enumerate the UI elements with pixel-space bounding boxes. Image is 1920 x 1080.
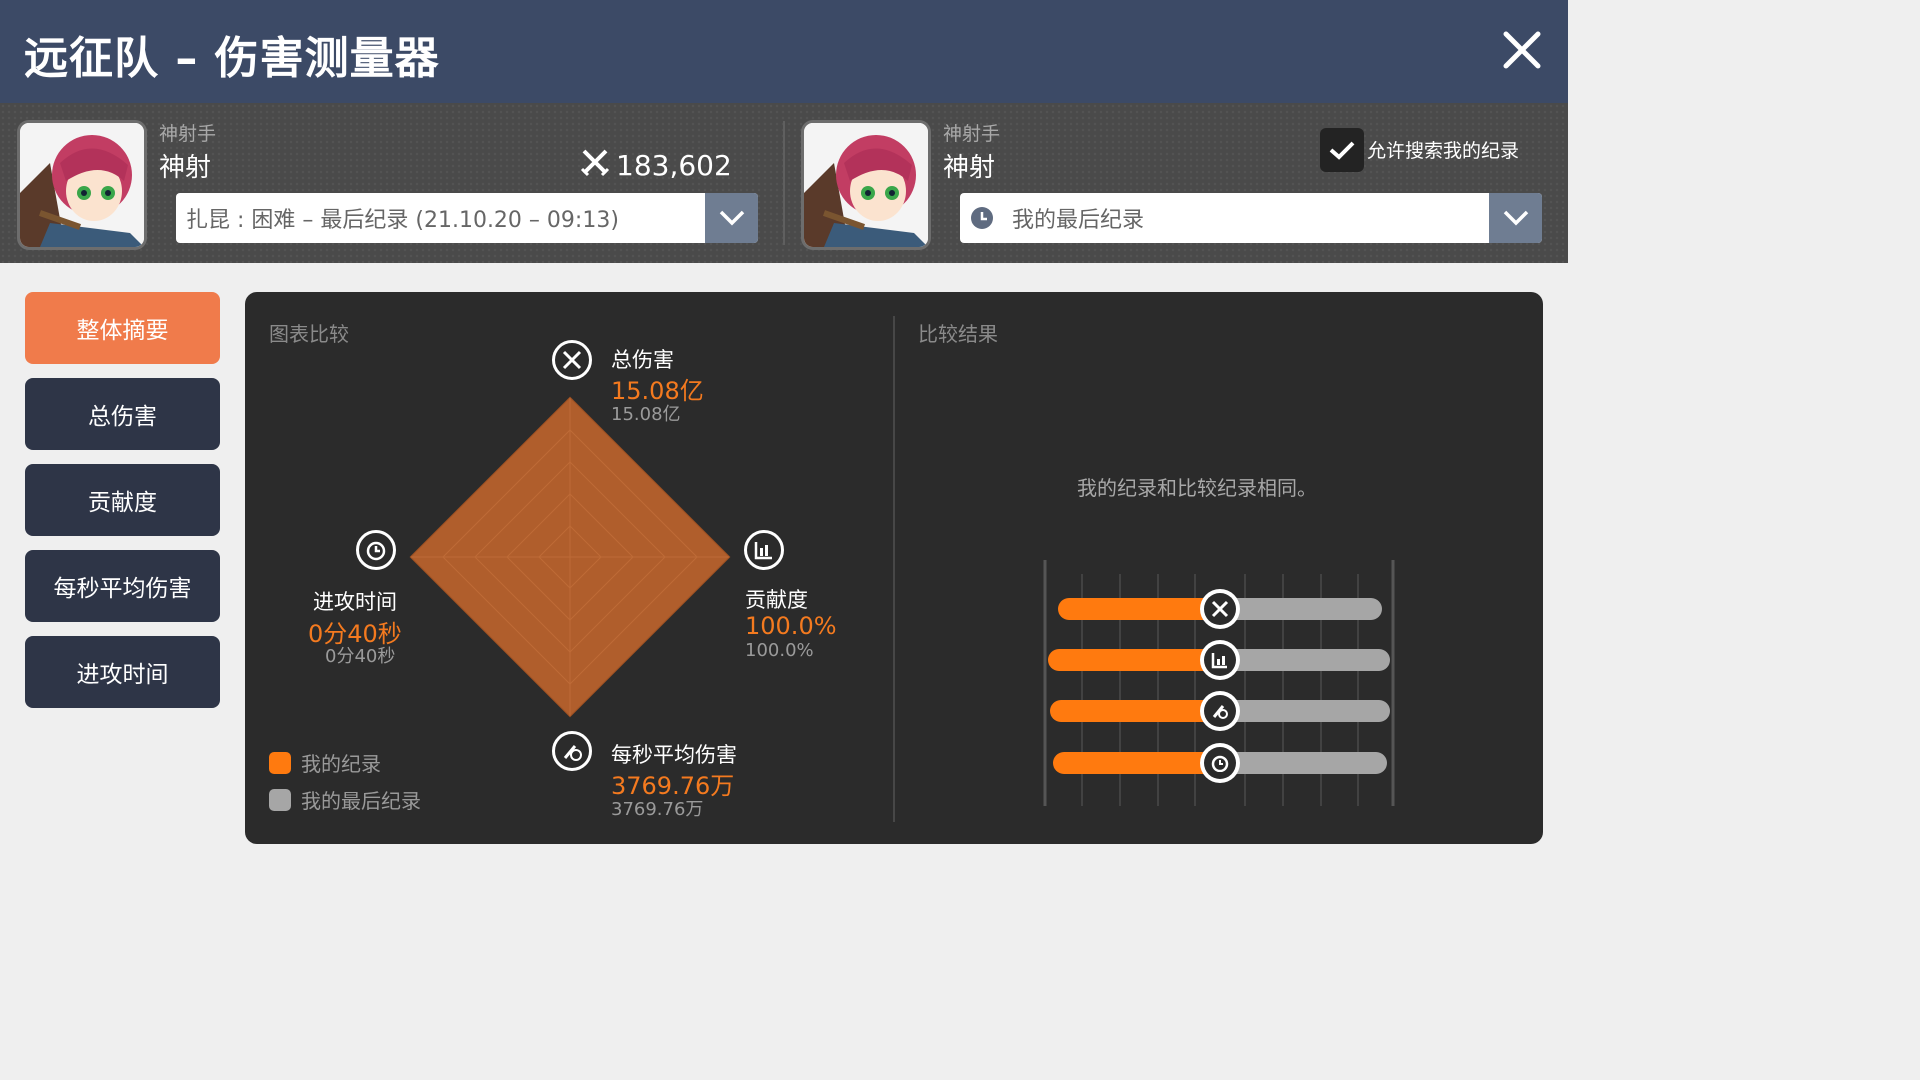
same-record-message: 我的纪录和比较纪录相同。	[1077, 476, 1317, 500]
left-player-name: 神射	[159, 153, 212, 183]
legend-last-label: 我的最后纪录	[301, 789, 421, 813]
legend-mine: 我的纪录	[269, 748, 381, 777]
bar-contribution-icon	[1200, 640, 1240, 680]
chevron-down-icon[interactable]	[705, 193, 758, 243]
check-icon	[1329, 141, 1355, 160]
menu-contribution[interactable]: 贡献度	[25, 464, 220, 536]
left-record-select-value: 扎昆 : 困难 – 最后纪录 (21.10.20 – 09:13)	[186, 208, 619, 233]
right-record-select[interactable]: 我的最后纪录	[960, 193, 1542, 243]
total-damage-label: 总伤害	[611, 348, 674, 372]
attack-time-last: 0分40秒	[325, 646, 396, 667]
legend-swatch-last	[269, 788, 291, 811]
menu-attack-time[interactable]: 进攻时间	[25, 636, 220, 708]
player-header: 神射手 神射 183,602 扎昆 : 困难 – 最后纪录 (21.10.20 …	[0, 103, 1568, 263]
dps-label: 每秒平均伤害	[611, 743, 737, 767]
right-player-name: 神射	[943, 153, 996, 183]
result-section-title: 比较结果	[918, 322, 998, 346]
menu-overall-summary[interactable]: 整体摘要	[25, 292, 220, 364]
bar-total-damage-mine	[1058, 598, 1220, 620]
attack-time-label: 进攻时间	[313, 590, 397, 614]
bar-dps-last	[1220, 700, 1390, 722]
dps-last: 3769.76万	[611, 799, 704, 820]
close-icon[interactable]	[1498, 26, 1546, 74]
chevron-down-icon[interactable]	[1489, 193, 1542, 243]
radar-grid	[411, 398, 729, 716]
total-damage-icon	[552, 340, 592, 380]
legend-mine-label: 我的纪录	[301, 752, 381, 776]
clock-icon	[970, 206, 994, 230]
right-record-select-value: 我的最后纪录	[1012, 208, 1145, 233]
combat-power: 183,602	[580, 147, 732, 184]
right-player-class: 神射手	[943, 123, 1001, 145]
bar-total-damage-icon	[1200, 589, 1240, 629]
legend-last: 我的最后纪录	[269, 785, 421, 814]
window-title: 远征队 – 伤害测量器	[24, 33, 440, 84]
chart-section-title: 图表比较	[269, 322, 349, 346]
bar-dps-icon	[1200, 691, 1240, 731]
contribution-mine: 100.0%	[745, 612, 837, 640]
contribution-label: 贡献度	[745, 588, 808, 612]
bar-attack-time-icon	[1200, 743, 1240, 783]
allow-search-checkbox[interactable]	[1320, 128, 1364, 172]
left-player-class: 神射手	[159, 123, 217, 145]
bar-dps-mine	[1050, 700, 1220, 722]
crossed-swords-icon	[580, 147, 610, 184]
right-avatar	[801, 120, 931, 250]
allow-search-label[interactable]: 允许搜索我的纪录	[1367, 136, 1519, 163]
comparison-panel: 图表比较 比较结果 总伤害 15.08亿 15.08亿 贡献度 100.0% 1…	[245, 292, 1543, 844]
bar-total-damage-last	[1220, 598, 1382, 620]
dps-icon	[552, 731, 592, 771]
radar-chart	[409, 396, 731, 718]
total-damage-last: 15.08亿	[611, 404, 681, 425]
header-divider	[783, 121, 785, 245]
contribution-last: 100.0%	[745, 640, 814, 661]
title-bar: 远征队 – 伤害测量器	[0, 0, 1568, 103]
bar-attack-time-last	[1220, 752, 1387, 774]
combat-power-value: 183,602	[616, 149, 732, 182]
attack-time-icon	[356, 530, 396, 570]
menu-total-damage[interactable]: 总伤害	[25, 378, 220, 450]
panel-divider	[893, 316, 895, 822]
bar-contribution-mine	[1048, 649, 1219, 671]
menu-average-dps[interactable]: 每秒平均伤害	[25, 550, 220, 622]
left-record-select[interactable]: 扎昆 : 困难 – 最后纪录 (21.10.20 – 09:13)	[176, 193, 758, 243]
contribution-icon	[744, 530, 784, 570]
bar-attack-time-mine	[1053, 752, 1220, 774]
left-avatar	[17, 120, 147, 250]
bar-contribution-last	[1219, 649, 1390, 671]
legend-swatch-mine	[269, 751, 291, 774]
